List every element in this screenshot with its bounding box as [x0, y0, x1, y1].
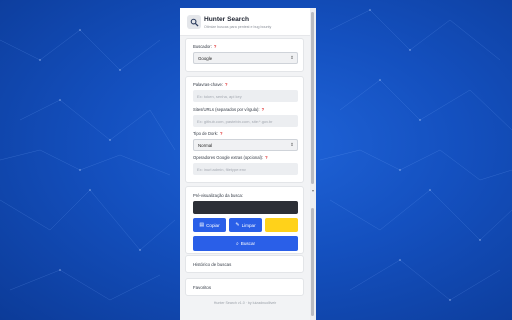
favorites-card[interactable]: Favoritos — [185, 278, 304, 296]
dork-type-select[interactable]: Normal ⇕ — [193, 139, 298, 151]
history-title: Histórico de buscas — [193, 262, 232, 267]
chevron-down-icon: ⇕ — [290, 142, 294, 147]
search-label: Buscar — [240, 241, 256, 246]
popup-header: Hunter Search Otimize buscas para pentes… — [180, 8, 310, 36]
copy-button[interactable]: ▤ Copiar — [193, 218, 226, 232]
query-form-card: Palavras-chave:? Sites/URLs (separados p… — [185, 76, 304, 183]
copy-label: Copiar — [206, 222, 220, 228]
chevron-down-icon[interactable]: ▾ — [310, 188, 316, 193]
operators-label: Operadores Google extras (opcional):? — [193, 155, 268, 160]
engine-select[interactable]: Google ⇕ — [193, 52, 298, 64]
question-icon[interactable]: ? — [220, 131, 223, 136]
app-title: Hunter Search — [204, 16, 250, 23]
question-icon[interactable]: ? — [214, 44, 217, 49]
clipboard-icon: ▤ — [199, 222, 205, 228]
preview-card: Pré-visualização da busca: ▤ Copiar ✎ Limp… — [185, 186, 304, 254]
app-subtitle: Otimize buscas para pentest e bug bounty — [204, 25, 272, 29]
question-icon[interactable]: ? — [265, 155, 268, 160]
chevron-down-icon: ⇕ — [290, 55, 294, 60]
operators-input[interactable] — [193, 163, 298, 175]
engine-select-value: Google — [198, 56, 213, 61]
broom-icon: ✎ — [235, 222, 240, 228]
scrollbar-thumb[interactable] — [311, 12, 314, 184]
keywords-label: Palavras-chave:? — [193, 82, 228, 87]
engine-card: Buscador:? Google ⇕ — [185, 38, 304, 72]
favorite-button[interactable] — [265, 218, 298, 232]
engine-label: Buscador:? — [193, 44, 217, 49]
dork-type-label: Tipo de Dork:? — [193, 131, 223, 136]
scrollbar-thumb-lower[interactable] — [311, 208, 314, 316]
footer-credit: Hunter Search v1.0 · by luizadnuolliveir — [213, 301, 277, 305]
history-card[interactable]: Histórico de buscas — [185, 255, 304, 273]
dork-type-value: Normal — [198, 143, 213, 148]
search-icon: ⌕ — [235, 240, 239, 247]
clear-label: Limpar — [241, 222, 256, 228]
query-preview — [193, 201, 298, 214]
question-icon[interactable]: ? — [262, 107, 265, 112]
clear-button[interactable]: ✎ Limpar — [229, 218, 262, 232]
question-icon[interactable]: ? — [225, 82, 228, 87]
search-button[interactable]: ⌕ Buscar — [193, 236, 298, 251]
popup-scrollbar[interactable]: ▾ — [310, 8, 316, 320]
extension-popup: Hunter Search Otimize buscas para pentes… — [180, 8, 316, 320]
sites-label: Sites/URLs (separados por vírgula):? — [193, 107, 265, 112]
sites-input[interactable] — [193, 115, 298, 127]
preview-label: Pré-visualização da busca: — [193, 193, 244, 198]
keywords-input[interactable] — [193, 90, 298, 102]
favorites-title: Favoritos — [193, 285, 212, 290]
magnifier-icon — [187, 15, 201, 29]
